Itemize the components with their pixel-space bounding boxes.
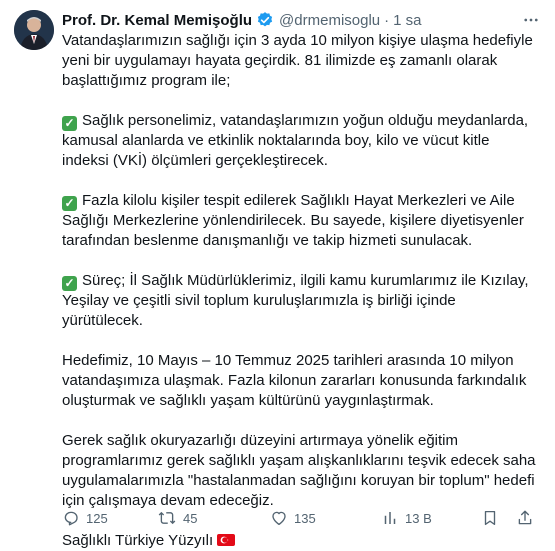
repost-count: 45: [183, 510, 198, 526]
views-icon: [384, 512, 396, 524]
like-button[interactable]: 135: [270, 509, 381, 527]
tweet-paragraph-intro: Vatandaşlarımızın sağlığı için 3 ayda 10…: [62, 32, 533, 89]
share-icon: [518, 510, 532, 525]
view-count: 13 B: [405, 510, 432, 526]
reply-button[interactable]: 125: [62, 509, 157, 527]
tweet-paragraph-measurements: ✓ Sağlık personelimiz, vatandaşlarımızın …: [62, 111, 540, 171]
turkey-flag-icon: [217, 534, 236, 546]
check-mark-emoji-icon: ✓: [62, 116, 77, 131]
check-mark-emoji-icon: ✓: [62, 196, 77, 211]
reply-count: 125: [86, 510, 108, 526]
paragraph-text: Sağlık personelimiz, vatandaşlarımızın y…: [62, 112, 529, 169]
tweet-text: Vatandaşlarımızın sağlığı için 3 ayda 10…: [62, 31, 540, 551]
separator-dot: ·: [384, 11, 390, 29]
tweet-header: Prof. Dr. Kemal Memişoğlu @drmemisoglu ·…: [62, 10, 515, 30]
more-icon[interactable]: [519, 10, 543, 30]
tweet-paragraph-signoff: Sağlıklı Türkiye Yüzyılı: [62, 531, 540, 551]
like-count: 135: [294, 510, 316, 526]
check-mark-emoji-icon: ✓: [62, 276, 77, 291]
author-name[interactable]: Prof. Dr. Kemal Memişoğlu: [62, 12, 252, 29]
views-button[interactable]: 13 B: [381, 509, 481, 527]
bookmark-button[interactable]: [481, 509, 511, 527]
repost-button[interactable]: 45: [157, 509, 270, 527]
signoff-text: Sağlıklı Türkiye Yüzyılı: [62, 532, 214, 549]
share-button[interactable]: [516, 509, 540, 527]
paragraph-text: Fazla kilolu kişiler tespit edilerek Sağ…: [62, 192, 524, 249]
tweet: Prof. Dr. Kemal Memişoğlu @drmemisoglu ·…: [0, 0, 555, 549]
tweet-paragraph-process: ✓ Süreç; İl Sağlık Müdürlüklerimiz, ilgil…: [62, 271, 540, 331]
bookmark-icon: [484, 510, 496, 526]
tweet-paragraph-closing: Gerek sağlık okuryazarlığı düzeyini artı…: [62, 432, 536, 509]
paragraph-text: Süreç; İl Sağlık Müdürlüklerimiz, ilgili…: [62, 272, 529, 329]
author-handle[interactable]: @drmemisoglu: [279, 12, 380, 29]
verified-badge-icon: [256, 11, 274, 29]
tweet-paragraph-goal: Hedefimiz, 10 Mayıs – 10 Temmuz 2025 tar…: [62, 352, 527, 409]
heart-icon: [272, 511, 286, 526]
post-time[interactable]: 1 sa: [393, 12, 421, 29]
tweet-paragraph-referral: ✓ Fazla kilolu kişiler tespit edilerek Sa…: [62, 191, 540, 251]
action-bar: 125 45 135 13 B: [62, 508, 540, 528]
repost-icon: [158, 511, 176, 525]
reply-icon: [64, 511, 78, 526]
avatar[interactable]: [14, 10, 54, 50]
